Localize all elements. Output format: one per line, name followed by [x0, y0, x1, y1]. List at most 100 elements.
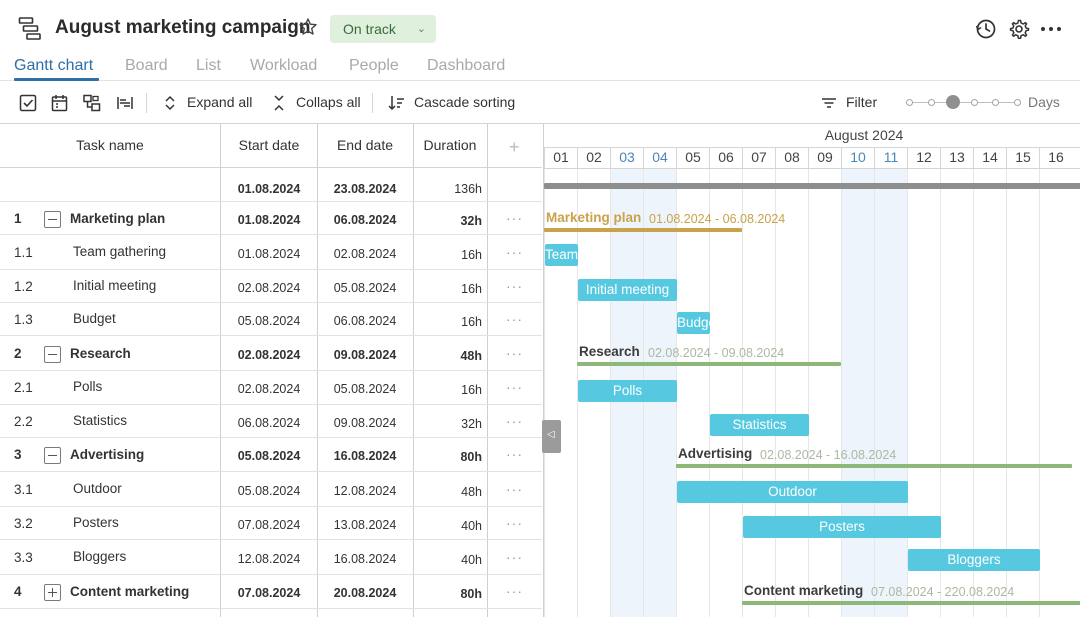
- duration-cell[interactable]: 32h: [414, 417, 482, 431]
- task-bar[interactable]: Posters: [743, 516, 941, 538]
- calendar-icon[interactable]: [50, 93, 70, 113]
- duration-cell[interactable]: 48h: [414, 349, 482, 363]
- task-row[interactable]: 2.2 Statistics 06.08.2024 09.08.2024 32h ···: [0, 405, 542, 438]
- row-menu-button[interactable]: ···: [506, 446, 523, 462]
- group-row[interactable]: 4 Content marketing 07.08.2024 20.08.2024 80…: [0, 575, 542, 609]
- start-date-cell[interactable]: 02.08.2024: [221, 281, 317, 295]
- task-row[interactable]: 3.1 Outdoor 05.08.2024 12.08.2024 48h ···: [0, 472, 542, 507]
- group-row[interactable]: 3 Advertising 05.08.2024 16.08.2024 80h ···: [0, 438, 542, 472]
- task-name[interactable]: Team gathering: [73, 244, 166, 259]
- summary-bar[interactable]: [577, 362, 841, 366]
- task-name[interactable]: Outdoor: [73, 481, 122, 496]
- dependency-icon[interactable]: [115, 93, 135, 113]
- zoom-step-dot[interactable]: [970, 99, 978, 106]
- start-date-cell[interactable]: 02.08.2024: [221, 382, 317, 396]
- row-menu-button[interactable]: ···: [506, 515, 523, 531]
- start-date-cell[interactable]: 07.08.2024: [221, 518, 317, 532]
- project-summary-bar[interactable]: [544, 183, 1080, 189]
- start-date-cell[interactable]: 01.08.2024: [221, 247, 317, 261]
- filter-button[interactable]: Filter: [846, 94, 877, 110]
- end-date-cell[interactable]: 20.08.2024: [317, 586, 413, 600]
- zoom-step-dot[interactable]: [1014, 99, 1021, 106]
- checkbox-icon[interactable]: [18, 93, 38, 113]
- task-name[interactable]: Advertising: [70, 447, 144, 462]
- duration-cell[interactable]: 80h: [414, 450, 482, 464]
- task-bar[interactable]: Polls: [578, 380, 677, 402]
- summary-bar[interactable]: [544, 228, 742, 232]
- zoom-slider-track[interactable]: [908, 102, 1018, 103]
- row-menu-button[interactable]: ···: [506, 210, 523, 226]
- duration-cell[interactable]: 40h: [414, 553, 482, 567]
- tab-list[interactable]: List: [196, 57, 221, 75]
- task-name[interactable]: Marketing plan: [70, 211, 165, 226]
- row-menu-button[interactable]: ···: [506, 481, 523, 497]
- end-date-cell[interactable]: 05.08.2024: [317, 382, 413, 396]
- end-date-cell[interactable]: 05.08.2024: [317, 281, 413, 295]
- task-row[interactable]: 3.2 Posters 07.08.2024 13.08.2024 40h ···: [0, 507, 542, 540]
- group-row[interactable]: 1 Marketing plan 01.08.2024 06.08.2024 32h ··…: [0, 202, 542, 235]
- row-menu-button[interactable]: ···: [506, 311, 523, 327]
- task-bar[interactable]: Team..: [545, 244, 578, 266]
- zoom-step-dot[interactable]: [927, 99, 935, 106]
- expand-all-button[interactable]: Expand all: [187, 94, 252, 110]
- end-date-cell[interactable]: 16.08.2024: [317, 552, 413, 566]
- collapse-toggle[interactable]: [44, 346, 61, 363]
- task-row[interactable]: 1.3 Budget 05.08.2024 06.08.2024 16h ···: [0, 303, 542, 336]
- task-row[interactable]: 1.1 Team gathering 01.08.2024 02.08.2024 16h…: [0, 235, 542, 270]
- end-date-cell[interactable]: 09.08.2024: [317, 416, 413, 430]
- end-date-cell[interactable]: 09.08.2024: [317, 348, 413, 362]
- add-column-button[interactable]: +: [509, 137, 520, 158]
- start-date-cell[interactable]: 01.08.2024: [221, 213, 317, 227]
- hierarchy-icon[interactable]: [82, 93, 102, 113]
- end-date-cell[interactable]: 13.08.2024: [317, 518, 413, 532]
- task-name[interactable]: Statistics: [73, 413, 127, 428]
- task-name[interactable]: Polls: [73, 379, 102, 394]
- column-header-end-date[interactable]: End date: [317, 124, 413, 168]
- row-menu-button[interactable]: ···: [506, 278, 523, 294]
- status-dropdown[interactable]: On track ⌄: [330, 15, 436, 43]
- task-bar[interactable]: Bloggers: [908, 549, 1040, 571]
- tab-board[interactable]: Board: [125, 57, 168, 75]
- collapse-grid-button[interactable]: ◁: [542, 420, 561, 453]
- gear-icon[interactable]: [1008, 18, 1030, 40]
- zoom-step-dot[interactable]: [906, 99, 913, 106]
- collapse-toggle[interactable]: [44, 211, 61, 228]
- row-menu-button[interactable]: ···: [506, 379, 523, 395]
- duration-cell[interactable]: 48h: [414, 485, 482, 499]
- zoom-slider-knob[interactable]: [945, 95, 960, 109]
- end-date-cell[interactable]: 16.08.2024: [317, 449, 413, 463]
- start-date-cell[interactable]: 05.08.2024: [221, 484, 317, 498]
- duration-cell[interactable]: 16h: [414, 282, 482, 296]
- task-row[interactable]: 3.3 Bloggers 12.08.2024 16.08.2024 40h ···: [0, 540, 542, 575]
- history-icon[interactable]: [975, 18, 997, 40]
- duration-cell[interactable]: 16h: [414, 315, 482, 329]
- task-name[interactable]: Content marketing: [70, 584, 189, 599]
- row-menu-button[interactable]: ···: [506, 345, 523, 361]
- end-date-cell[interactable]: 12.08.2024: [317, 484, 413, 498]
- duration-cell[interactable]: 40h: [414, 519, 482, 533]
- duration-cell[interactable]: 16h: [414, 248, 482, 262]
- more-icon[interactable]: [1040, 24, 1062, 34]
- row-menu-button[interactable]: ···: [506, 413, 523, 429]
- task-name[interactable]: Bloggers: [73, 549, 126, 564]
- start-date-cell[interactable]: 07.08.2024: [221, 586, 317, 600]
- collapse-all-button[interactable]: Collaps all: [296, 94, 361, 110]
- zoom-step-dot[interactable]: [992, 99, 1000, 106]
- collapse-toggle[interactable]: [44, 447, 61, 464]
- summary-bar[interactable]: [676, 464, 1072, 468]
- expand-toggle[interactable]: [44, 584, 61, 601]
- row-menu-button[interactable]: ···: [506, 549, 523, 565]
- start-date-cell[interactable]: 12.08.2024: [221, 552, 317, 566]
- cascade-sorting-button[interactable]: Cascade sorting: [414, 94, 515, 110]
- column-header-start-date[interactable]: Start date: [221, 124, 317, 168]
- end-date-cell[interactable]: 02.08.2024: [317, 247, 413, 261]
- column-header-duration[interactable]: Duration: [413, 124, 487, 168]
- summary-bar[interactable]: [742, 601, 1080, 605]
- row-menu-button[interactable]: ···: [506, 244, 523, 260]
- task-name[interactable]: Budget: [73, 311, 116, 326]
- task-name[interactable]: Research: [70, 346, 131, 361]
- task-bar[interactable]: Statistics: [710, 414, 809, 436]
- tab-gantt-chart[interactable]: Gantt chart: [14, 57, 93, 75]
- duration-cell[interactable]: 16h: [414, 383, 482, 397]
- group-row[interactable]: 2 Research 02.08.2024 09.08.2024 48h ···: [0, 336, 542, 371]
